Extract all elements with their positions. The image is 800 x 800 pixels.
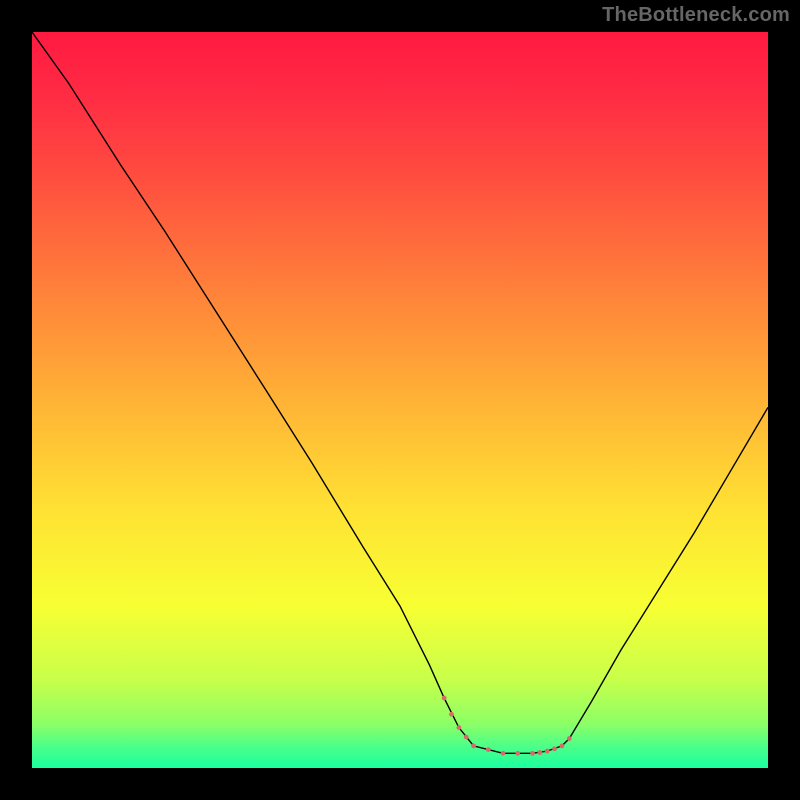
flat-zone-marker <box>545 749 550 754</box>
flat-zone-marker <box>442 696 447 701</box>
flat-zone-marker <box>449 712 454 717</box>
flat-zone-marker <box>464 735 469 740</box>
chart-frame: TheBottleneck.com <box>0 0 800 800</box>
flat-zone-marker <box>515 751 520 756</box>
flat-zone-marker <box>537 750 542 755</box>
bottleneck-chart-svg <box>32 32 768 768</box>
gradient-background <box>32 32 768 768</box>
flat-zone-marker <box>501 751 506 756</box>
flat-zone-marker <box>560 744 565 749</box>
flat-zone-marker <box>486 747 491 752</box>
flat-zone-marker <box>567 736 572 741</box>
flat-zone-marker <box>471 744 476 749</box>
flat-zone-marker <box>530 751 535 756</box>
flat-zone-marker <box>456 725 461 730</box>
watermark-text: TheBottleneck.com <box>602 4 790 27</box>
flat-zone-marker <box>552 746 557 751</box>
plot-area <box>32 32 768 768</box>
